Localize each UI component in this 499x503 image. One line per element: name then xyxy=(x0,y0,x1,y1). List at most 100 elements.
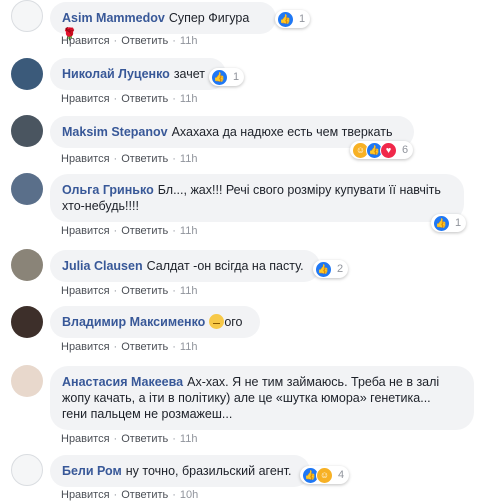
separator: · xyxy=(113,285,118,297)
comment-text: Ахахаха да надюхе есть чем тверкать xyxy=(171,125,393,139)
separator: · xyxy=(172,489,176,501)
reply-link[interactable]: Ответить xyxy=(121,285,168,297)
reaction-count: 1 xyxy=(233,71,240,83)
separator: · xyxy=(113,489,118,501)
comment-bubble: Ольга Гринько Бл..., жах!!! Речі свого ро… xyxy=(50,174,464,222)
comment-actions: Нравится · Ответить · 11h xyxy=(61,433,197,445)
separator: · xyxy=(172,341,176,353)
like-link[interactable]: Нравится xyxy=(61,153,110,165)
like-link[interactable]: Нравится xyxy=(61,433,110,445)
comment-author[interactable]: Julia Clausen xyxy=(62,259,143,273)
reaction-summary[interactable]: 👍 2 xyxy=(313,260,349,278)
comment-author[interactable]: Бели Ром xyxy=(62,464,122,478)
reaction-count: 1 xyxy=(299,13,306,25)
reply-link[interactable]: Ответить xyxy=(121,153,168,165)
like-link[interactable]: Нравится xyxy=(61,35,110,47)
comment-actions: Нравится · Ответить · 11h xyxy=(61,93,197,105)
comment-actions: Нравится · Ответить · 11h xyxy=(61,225,197,237)
reply-link[interactable]: Ответить xyxy=(121,225,168,237)
reaction-summary[interactable]: 👍 ☺ 4 xyxy=(300,466,350,484)
comment-actions: Нравится · Ответить · 10h xyxy=(61,489,198,501)
like-reaction-icon: 👍 xyxy=(211,68,228,86)
separator: · xyxy=(172,93,176,105)
reaction-summary[interactable]: 👍 1 xyxy=(431,214,467,232)
reply-link[interactable]: Ответить xyxy=(121,489,168,501)
comment-text: Супер Фигура xyxy=(168,11,250,25)
avatar[interactable] xyxy=(11,115,43,147)
reaction-summary[interactable]: ☺ 👍 ♥ 6 xyxy=(350,141,414,159)
like-reaction-icon: 👍 xyxy=(433,214,450,232)
avatar[interactable] xyxy=(11,249,43,281)
timestamp[interactable]: 11h xyxy=(180,285,198,297)
comment-actions: Нравится · Ответить · 11h xyxy=(61,285,197,297)
comment-text: ну точно, бразильский агент. xyxy=(125,464,292,478)
separator: · xyxy=(113,35,118,47)
comment-author[interactable]: Asim Mammedov xyxy=(62,11,165,25)
comment-bubble: Asim Mammedov Супер Фигура🌹 xyxy=(50,2,276,41)
separator: · xyxy=(113,341,118,353)
separator: · xyxy=(172,153,176,165)
reply-link[interactable]: Ответить xyxy=(121,341,168,353)
separator: · xyxy=(113,433,118,445)
reaction-count: 1 xyxy=(455,217,462,229)
timestamp[interactable]: 11h xyxy=(180,341,198,353)
separator: · xyxy=(172,225,176,237)
like-link[interactable]: Нравится xyxy=(61,225,110,237)
comment-text: Ах-хах. Я не тим займаюсь. Треба не в за… xyxy=(187,375,440,389)
like-link[interactable]: Нравится xyxy=(61,285,110,297)
avatar[interactable] xyxy=(11,306,43,338)
reaction-summary[interactable]: 👍 1 xyxy=(275,10,311,28)
reaction-count: 4 xyxy=(338,469,345,481)
avatar[interactable] xyxy=(11,58,43,90)
comment-author[interactable]: Анастасия Макеева xyxy=(62,375,183,389)
separator: · xyxy=(113,153,118,165)
reply-link[interactable]: Ответить xyxy=(121,35,168,47)
reply-link[interactable]: Ответить xyxy=(121,93,168,105)
timestamp[interactable]: 11h xyxy=(180,153,198,165)
comment-bubble: Julia Clausen Салдат -он всігда на пасту. xyxy=(50,250,320,282)
reply-link[interactable]: Ответить xyxy=(121,433,168,445)
comment-text: жопу качать, а іти в політику) але це «ш… xyxy=(62,391,431,405)
like-link[interactable]: Нравится xyxy=(61,489,110,501)
separator: · xyxy=(113,225,118,237)
timestamp[interactable]: 11h xyxy=(180,433,198,445)
separator: · xyxy=(172,35,176,47)
comment-actions: Нравится · Ответить · 11h xyxy=(61,341,197,353)
separator: · xyxy=(113,93,118,105)
comment-text: гени пальцем не розмажеш... xyxy=(62,407,233,421)
avatar[interactable] xyxy=(11,173,43,205)
reaction-count: 6 xyxy=(402,144,409,156)
comment-text: ого xyxy=(224,315,243,329)
comment-author[interactable]: Николай Луценко xyxy=(62,67,170,81)
comment-bubble: Николай Луценко зачет xyxy=(50,58,226,90)
love-reaction-icon: ♥ xyxy=(380,141,397,159)
like-reaction-icon: 👍 xyxy=(277,10,294,28)
comment-text: хто-небудь!!!! xyxy=(62,199,139,213)
haha-reaction-icon: ☺ xyxy=(316,466,333,484)
comment-author[interactable]: Maksim Stepanov xyxy=(62,125,168,139)
like-link[interactable]: Нравится xyxy=(61,93,110,105)
comment-text: Салдат -он всігда на пасту. xyxy=(146,259,304,273)
comment-author[interactable]: Ольга Гринько xyxy=(62,183,154,197)
separator: · xyxy=(172,285,176,297)
comment-actions: Нравится · Ответить · 11h xyxy=(61,35,197,47)
like-link[interactable]: Нравится xyxy=(61,341,110,353)
comment-bubble: Анастасия Макеева Ах-хах. Я не тим займаю… xyxy=(50,366,474,430)
comment-text: Бл..., жах!!! Речі свого розміру купуват… xyxy=(157,183,441,197)
timestamp[interactable]: 10h xyxy=(180,489,198,501)
timestamp[interactable]: 11h xyxy=(180,93,198,105)
reaction-summary[interactable]: 👍 1 xyxy=(209,68,245,86)
comment-text: зачет xyxy=(173,67,205,81)
timestamp[interactable]: 11h xyxy=(180,225,198,237)
comment-bubble: Владимир Максименко ого xyxy=(50,306,260,338)
separator: · xyxy=(172,433,176,445)
neutral-face-emoji xyxy=(209,314,225,329)
avatar[interactable] xyxy=(11,0,43,32)
comment-bubble: Бели Ром ну точно, бразильский агент. xyxy=(50,455,310,487)
avatar[interactable] xyxy=(11,365,43,397)
reaction-count: 2 xyxy=(337,263,344,275)
comment-author[interactable]: Владимир Максименко xyxy=(62,315,205,329)
timestamp[interactable]: 11h xyxy=(180,35,198,47)
comment-actions: Нравится · Ответить · 11h xyxy=(61,153,197,165)
avatar[interactable] xyxy=(11,454,43,486)
